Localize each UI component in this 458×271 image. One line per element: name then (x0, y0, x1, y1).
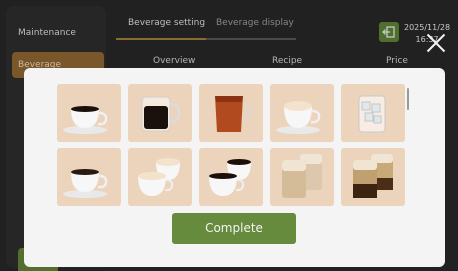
beverage-picker-dialog: Complete (24, 68, 445, 267)
coffee-cup-icon (63, 169, 108, 198)
beverage-tile-coffee[interactable] (57, 148, 121, 206)
complete-button[interactable]: Complete (172, 213, 296, 244)
close-icon[interactable] (423, 30, 449, 56)
beverage-tile-double-cappuccino[interactable] (128, 148, 192, 206)
scrollbar-thumb[interactable] (407, 88, 409, 110)
espresso-cup-icon (63, 106, 108, 134)
double-cappuccino-cups-icon (138, 158, 180, 196)
beverage-tile-americano[interactable] (128, 84, 192, 142)
beverage-tile-iced-drink[interactable] (341, 84, 405, 142)
americano-glass-mug-icon (141, 96, 181, 132)
beverage-grid (57, 84, 405, 206)
beverage-tile-double-latte[interactable] (270, 148, 334, 206)
iced-drink-glass-icon (358, 95, 386, 133)
complete-button-label: Complete (205, 221, 263, 235)
beverage-tile-double-latte-macchiato[interactable] (341, 148, 405, 206)
beverage-tile-espresso[interactable] (57, 84, 121, 142)
double-latte-glasses-icon (282, 154, 322, 198)
black-tea-glass-icon (215, 96, 252, 132)
beverage-tile-black-tea[interactable] (199, 84, 263, 142)
beverage-tile-double-espresso[interactable] (199, 148, 263, 206)
cappuccino-cup-icon (276, 101, 321, 134)
double-latte-macchiato-glasses-icon (353, 154, 393, 198)
beverage-tile-cappuccino[interactable] (270, 84, 334, 142)
double-espresso-cups-icon (209, 159, 251, 196)
